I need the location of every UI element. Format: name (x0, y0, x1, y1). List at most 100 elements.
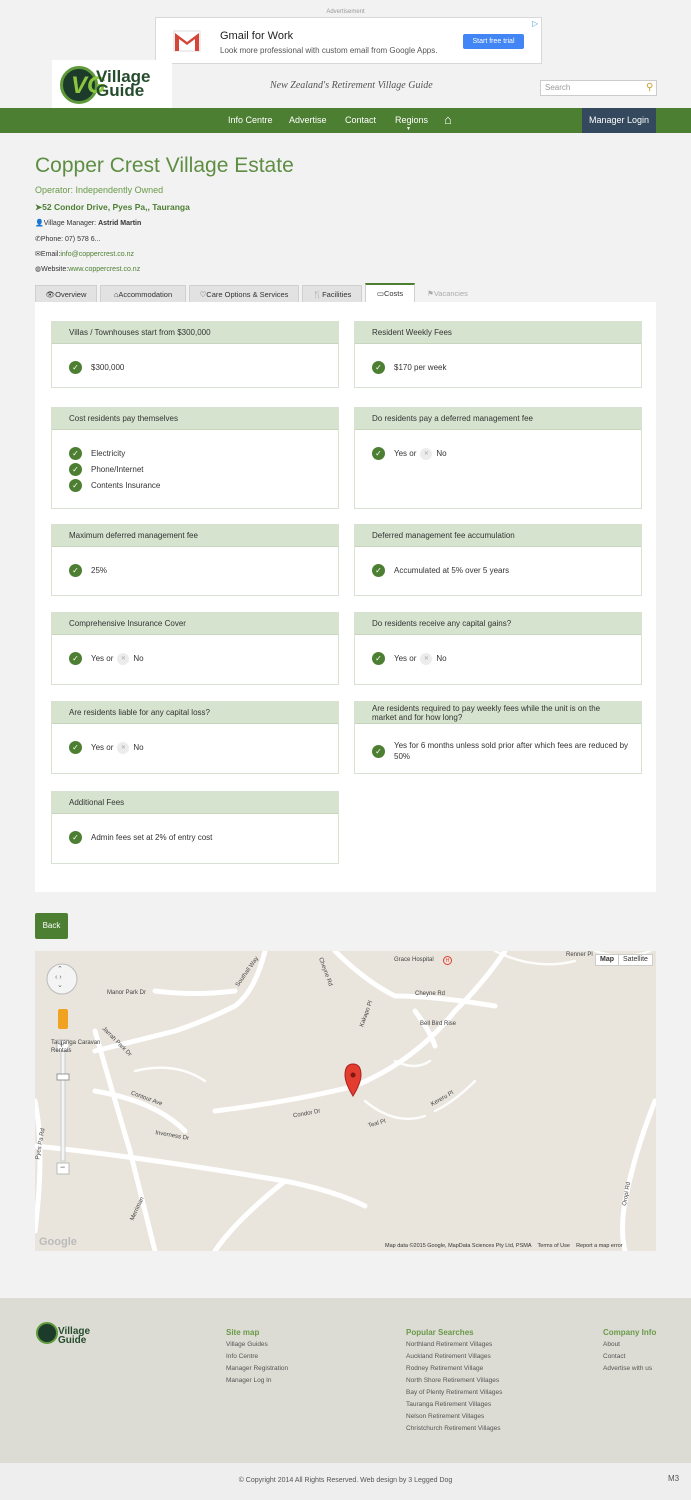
tab-overview[interactable]: 👁Overview (35, 285, 97, 303)
card-capital-loss: Are residents liable for any capital los… (51, 701, 339, 774)
tagline: New Zealand's Retirement Village Guide (270, 80, 433, 91)
location-map[interactable]: ⌃ ‹ › ⌄ + − Grace Hospital H Renner Pl Ch… (35, 951, 656, 1251)
adchoices-icon[interactable]: ▷ (532, 19, 538, 28)
map-label: Cheyne Rd (415, 991, 446, 997)
list-item: ✓ Accumulated at 5% over 5 years (372, 564, 509, 577)
check-icon: ✓ (69, 652, 82, 665)
card-additional-fees: Additional Fees ✓ Admin fees set at 2% of… (51, 791, 339, 864)
card-villas-price: Villas / Townhouses start from $300,000 … (51, 321, 339, 388)
logo-text: Village Guide (96, 67, 151, 100)
check-icon: ✓ (69, 741, 82, 754)
eye-icon: 👁 (45, 290, 56, 299)
ad-cta-button[interactable]: Start free trial (463, 34, 524, 49)
footer-link[interactable]: Manager Registration (226, 1365, 288, 1372)
map-label: Bell Bird Rise (420, 1021, 457, 1027)
main-nav: Info Centre Advertise Contact Regions ▼ … (0, 108, 691, 133)
page-title: Copper Crest Village Estate (35, 154, 294, 177)
footer-link[interactable]: Northland Retirement Villages (406, 1341, 492, 1348)
map-type-satellite[interactable]: Satellite (618, 955, 652, 965)
footer-link[interactable]: Christchurch Retirement Villages (406, 1425, 501, 1432)
check-icon: ✓ (69, 361, 82, 374)
search-icon[interactable]: ⚲ (646, 82, 653, 93)
tab-facilities[interactable]: 🍴Facilities (302, 285, 362, 303)
home-icon[interactable]: ⌂ (444, 112, 452, 127)
footer-link[interactable]: Manager Log In (226, 1377, 272, 1384)
ad-subtitle: Look more professional with custom email… (220, 46, 438, 55)
cross-icon: ✕ (420, 652, 433, 665)
footer-link[interactable]: Nelson Retirement Villages (406, 1413, 484, 1420)
card-weekly-fees: Resident Weekly Fees ✓ $170 per week (354, 321, 642, 388)
footer-link[interactable]: Village Guides (226, 1341, 268, 1348)
ad-label: Advertisement (326, 9, 365, 15)
village-address[interactable]: ➤52 Condor Drive, Pyes Pa,, Tauranga (35, 202, 190, 213)
footer-link[interactable]: Auckland Retirement Villages (406, 1353, 491, 1360)
village-manager: 👤Village Manager: Astrid Martin (35, 220, 142, 227)
copyright-text: © Copyright 2014 All Rights Reserved. We… (238, 1477, 453, 1484)
credit-card-icon: ▭ (376, 289, 384, 298)
card-deferred-fee: Do residents pay a deferred management f… (354, 407, 642, 509)
footer-logo-text[interactable]: Village Guide (58, 1327, 90, 1346)
search-input[interactable]: Search ⚲ (540, 80, 657, 96)
card-capital-gains: Do residents receive any capital gains? … (354, 612, 642, 685)
card-max-deferred-fee: Maximum deferred management fee ✓ 25% (51, 524, 339, 596)
map-report-link[interactable]: Report a map error (576, 1243, 622, 1249)
ad-title: Gmail for Work (220, 30, 294, 42)
flag-icon: ⚑ (427, 289, 434, 298)
cutlery-icon: 🍴 (312, 290, 323, 299)
footer-link[interactable]: North Shore Retirement Villages (406, 1377, 499, 1384)
footer-sitemap-title: Site map (226, 1328, 260, 1337)
village-email[interactable]: ✉Email:info@coppercrest.co.nz (35, 250, 134, 258)
card-self-pay-costs: Cost residents pay themselves ✓ Electrici… (51, 407, 339, 509)
map-label: Grace Hospital (394, 957, 434, 963)
ad-banner[interactable]: Gmail for Work Look more professional wi… (155, 17, 542, 64)
list-item: ✓ Yes or ✕ No (372, 447, 447, 460)
tab-care-options[interactable]: ♡Care Options & Services (189, 285, 299, 303)
footer-link[interactable]: Rodney Retirement Village (406, 1365, 483, 1372)
map-attribution: Map data ©2015 Google, MapData Sciences … (385, 1243, 623, 1249)
map-type-control[interactable]: Map Satellite (595, 954, 653, 966)
check-icon: ✓ (372, 361, 385, 374)
nav-contact[interactable]: Contact (345, 115, 376, 125)
m3-badge[interactable]: M3 (668, 1474, 679, 1483)
village-website[interactable]: ◍Website:www.coppercrest.co.nz (35, 265, 140, 273)
tab-costs[interactable]: ▭Costs (365, 283, 415, 303)
list-item: ✓ Admin fees set at 2% of entry cost (69, 831, 212, 844)
pan-control-icon[interactable]: ⌃ ‹ › ⌄ (55, 966, 63, 990)
logo-mark: VG (60, 66, 106, 104)
nav-info-centre[interactable]: Info Centre (228, 115, 273, 125)
footer-link[interactable]: Tauranga Retirement Villages (406, 1401, 491, 1408)
nav-advertise[interactable]: Advertise (289, 115, 327, 125)
footer-link[interactable]: Bay of Plenty Retirement Villages (406, 1389, 502, 1396)
footer-link[interactable]: Info Centre (226, 1353, 258, 1360)
footer-link[interactable]: Advertise with us (603, 1365, 652, 1372)
tab-accommodation[interactable]: ⌂Accommodation (100, 285, 186, 303)
map-label: Renner Pl (566, 952, 593, 958)
zoom-out-icon[interactable]: − (60, 1162, 65, 1172)
back-button[interactable]: Back (35, 913, 68, 939)
manager-login-button[interactable]: Manager Login (582, 108, 656, 133)
cross-icon: ✕ (420, 447, 433, 460)
map-pin (344, 1063, 362, 1097)
list-item: ✓ $170 per week (372, 361, 446, 374)
list-item: ✓ Contents Insurance (69, 479, 160, 492)
user-icon: 👤 (35, 220, 44, 227)
list-item: ✓ Yes or ✕ No (69, 652, 144, 665)
footer-logo-mark[interactable] (36, 1322, 58, 1344)
gmail-icon (173, 30, 201, 52)
footer-link[interactable]: Contact (603, 1353, 625, 1360)
map-type-map[interactable]: Map (596, 955, 618, 965)
google-logo: Google (39, 1236, 77, 1248)
tab-vacancies: ⚑Vacancies (427, 289, 468, 298)
nav-regions[interactable]: Regions (395, 115, 428, 125)
village-phone[interactable]: ✆Phone: 07) 578 6... (35, 235, 100, 243)
check-icon: ✓ (69, 463, 82, 476)
card-weekly-fees-on-market: Are residents required to pay weekly fee… (354, 701, 642, 774)
footer-link[interactable]: About (603, 1341, 620, 1348)
check-icon: ✓ (69, 479, 82, 492)
cross-icon: ✕ (117, 741, 130, 754)
copyright-bar: © Copyright 2014 All Rights Reserved. We… (0, 1463, 691, 1500)
check-icon: ✓ (372, 564, 385, 577)
chevron-down-icon: ▼ (406, 126, 411, 132)
map-roads (35, 951, 656, 1251)
map-terms-link[interactable]: Terms of Use (538, 1243, 570, 1249)
